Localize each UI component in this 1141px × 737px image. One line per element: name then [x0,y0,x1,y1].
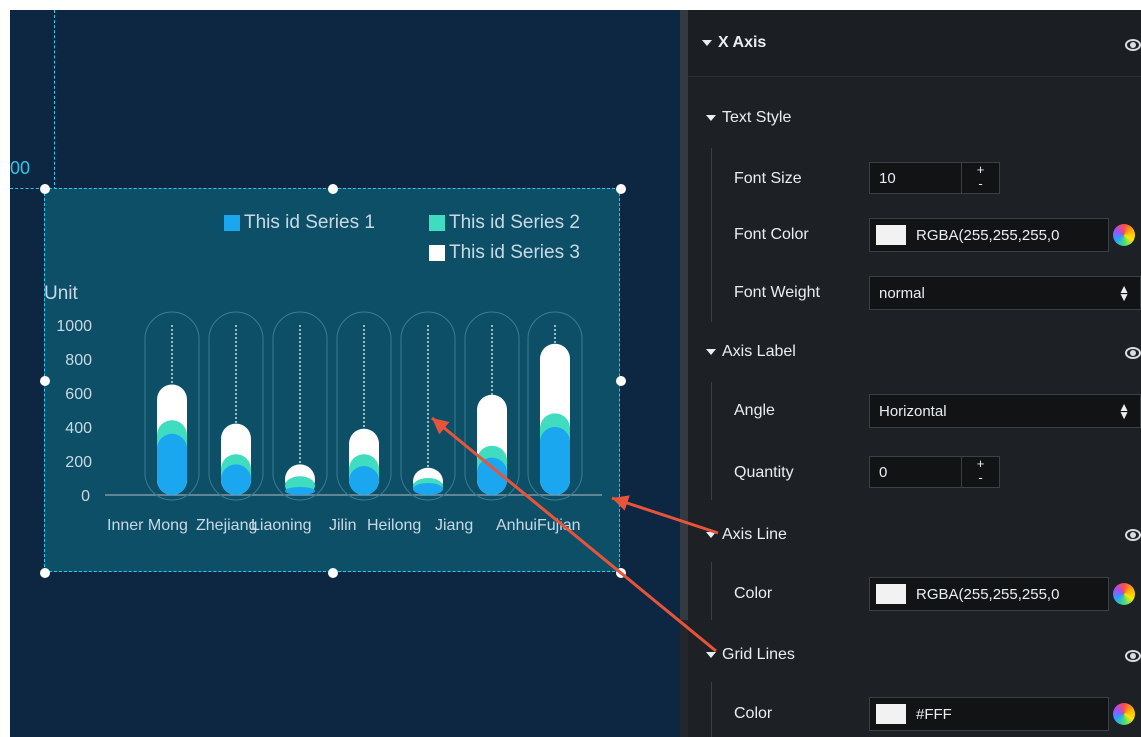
select-arrows-icon: ▲ ▼ [1118,400,1130,422]
section-divider [711,148,712,322]
decrement-button[interactable]: - [962,471,999,485]
color-picker-icon[interactable] [1113,583,1135,605]
section-title: X Axis [718,34,767,51]
y-tick-label: 400 [65,420,92,437]
section-x-axis[interactable]: X Axis [688,10,1141,77]
bar-series-1 [413,483,443,495]
editor-canvas[interactable]: 00 This id Series 1 This id Series 2 Thi… [10,10,680,737]
font-weight-select[interactable]: normal ▲ ▼ [869,276,1141,310]
color-picker-icon[interactable] [1113,703,1135,725]
color-swatch [876,704,906,724]
font-weight-value: normal [879,284,925,302]
bar-series-1 [540,427,570,495]
x-tick-label: Liaoning [251,517,312,534]
quantity-label: Quantity [734,464,794,481]
x-tick-label: Jiang [435,517,473,534]
panel-scrollbar[interactable] [680,10,688,620]
color-swatch [876,225,906,245]
y-tick-label: 0 [81,488,90,505]
font-weight-label: Font Weight [734,284,820,301]
grid-lines-color-value: #FFF [916,705,952,723]
x-tick-label: Inner Mong [107,517,188,534]
increment-button[interactable]: + [962,163,999,177]
x-tick-label: Heilong [367,517,421,534]
bar-series-1 [157,433,187,495]
bar-series-1 [477,457,507,495]
quantity-value: 0 [879,463,888,481]
quantity-input[interactable]: 0 [869,456,962,488]
axis-line-color-value: RGBA(255,255,255,0 [916,585,1060,603]
quantity-stepper[interactable]: + - [962,456,1000,488]
y-tick-label: 200 [65,454,92,471]
section-divider [711,382,712,500]
bar-series-1 [349,466,379,495]
increment-button[interactable]: + [962,457,999,471]
font-color-label: Font Color [734,226,809,243]
font-size-label: Font Size [734,170,802,187]
font-size-input[interactable]: 10 [869,162,962,194]
section-title: Grid Lines [722,646,795,663]
font-size-value: 10 [879,169,896,187]
section-axis-label[interactable]: Axis Label [688,340,1141,364]
decrement-button[interactable]: - [962,177,999,191]
x-tick-label: Anhui [496,517,537,534]
font-color-field[interactable]: RGBA(255,255,255,0 [869,218,1109,252]
angle-value: Horizontal [879,402,947,420]
section-title: Axis Label [722,343,796,360]
caret-down-icon [706,115,716,121]
panel-scrollbar-track [680,620,688,737]
eye-icon[interactable] [1125,347,1141,359]
eye-icon[interactable] [1125,39,1141,51]
caret-down-icon [706,532,716,538]
y-axis-unit: Unit [44,283,79,304]
section-title: Axis Line [722,526,787,543]
y-tick-label: 800 [65,352,92,369]
section-axis-line[interactable]: Axis Line [688,523,1141,547]
chart-plot: Unit 0 200 400 600 800 1000 Inner Mong ZhejiangL… [44,283,602,534]
caret-down-icon [706,652,716,658]
section-divider [711,682,712,737]
grid-lines-color-label: Color [734,705,773,722]
eye-icon[interactable] [1125,650,1141,662]
section-grid-lines[interactable]: Grid Lines [688,643,1141,667]
angle-select[interactable]: Horizontal ▲ ▼ [869,394,1141,428]
caret-down-icon [706,349,716,355]
color-picker-icon[interactable] [1113,224,1135,246]
color-swatch [876,584,906,604]
angle-label: Angle [734,402,775,419]
select-arrows-icon: ▲ ▼ [1118,282,1130,304]
x-tick-label: Jilin [329,517,357,534]
section-divider [711,562,712,620]
bar-series-1 [221,464,251,495]
caret-down-icon [702,40,712,46]
bar-series-1 [285,487,315,495]
font-size-stepper[interactable]: + - [962,162,1000,194]
section-text-style[interactable]: Text Style [688,106,1141,130]
axis-line-color-label: Color [734,585,773,602]
eye-icon[interactable] [1125,529,1141,541]
axis-line-color-field[interactable]: RGBA(255,255,255,0 [869,577,1109,611]
grid-lines-color-field[interactable]: #FFF [869,697,1109,731]
y-tick-label: 600 [65,386,92,403]
x-tick-label: Zhejiang [196,517,257,534]
x-tick-label: Fujian [537,517,581,534]
y-tick-label: 1000 [56,318,92,335]
font-color-value: RGBA(255,255,255,0 [916,226,1060,244]
section-title: Text Style [722,109,792,126]
properties-panel: X Axis Text Style Font Size 10 + - Font … [688,10,1141,737]
